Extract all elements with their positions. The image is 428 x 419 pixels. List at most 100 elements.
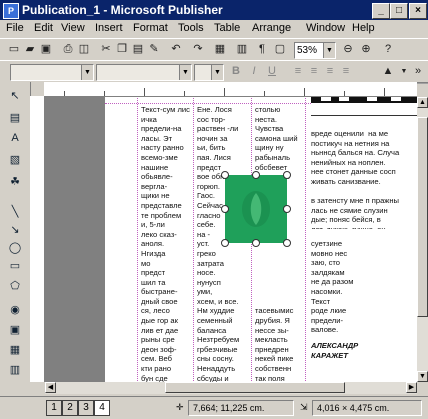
vertical-scrollbar[interactable]: ▲ ▼ [417,97,428,382]
paste-icon[interactable]: ▤ [130,42,146,57]
chevron-down-icon[interactable]: ▼ [81,65,93,80]
leaf-logo-icon [242,191,270,227]
menu-edit[interactable]: Edit [34,22,53,34]
menu-tools[interactable]: Tools [178,22,204,34]
wordart-icon[interactable]: A [7,130,23,146]
horizontal-scrollbar[interactable]: ◀ ▶ [45,382,417,394]
selection-handle-ne[interactable] [283,171,291,179]
hotspot-icon[interactable]: ◉ [7,302,23,318]
menu-help[interactable]: Help [352,22,375,34]
selection-handle-sw[interactable] [221,239,229,247]
selection-handle-s[interactable] [252,239,260,247]
font-size-dropdown[interactable]: ▼ [194,64,224,81]
formatting-toolbar: ▼ ▼ ▼ B I U ≡ ≡ ≡ ≡ ▲ ▼ » [0,60,428,84]
copy-icon[interactable]: ❐ [114,42,130,57]
format-painter-icon[interactable]: ✎ [146,42,162,57]
object-size: 4,016 × 4,475 cm. [312,400,422,416]
line-icon[interactable]: ╲ [7,204,23,220]
menu-bar: File Edit View Insert Format Tools Table… [0,20,428,38]
zoom-dropdown[interactable]: 53% ▼ [294,42,336,59]
italic-icon[interactable]: I [246,64,262,79]
print-preview-icon[interactable]: ◫ [76,42,92,57]
text-column-3[interactable]: столью неста. Чувства самона ший щину ну… [255,105,303,382]
scroll-right-icon[interactable]: ▶ [406,382,417,393]
selection-handle-e[interactable] [283,205,291,213]
ruler-corner[interactable] [30,82,45,97]
menu-table[interactable]: Table [214,22,240,34]
publisher-app-icon[interactable]: P [3,3,19,19]
position-icon: ✛ [176,402,184,412]
save-icon[interactable]: ▣ [38,42,54,57]
selection-handle-w[interactable] [221,205,229,213]
show-formatting-icon[interactable]: ¶ [254,42,270,57]
help-icon[interactable]: ? [380,42,396,57]
new-icon[interactable]: ▭ [6,42,22,57]
boundaries-icon[interactable]: ▢ [272,42,288,57]
menu-format[interactable]: Format [133,22,168,34]
insert-table-icon[interactable]: ▦ [212,42,228,57]
columns-icon[interactable]: ▥ [234,42,250,57]
picture-icon[interactable]: ▧ [7,152,23,168]
zoom-in-icon[interactable]: ⊕ [358,42,374,57]
bold-icon[interactable]: B [228,64,244,79]
rectangle-icon[interactable]: ▭ [7,258,23,274]
selection-handle-n[interactable] [252,171,260,179]
form-control-icon[interactable]: ▣ [7,322,23,338]
align-left-icon[interactable]: ≡ [290,64,306,79]
pointer-icon[interactable]: ↖ [7,88,23,104]
chevron-down-icon[interactable]: ▼ [179,65,191,80]
menu-view[interactable]: View [61,22,85,34]
cut-icon[interactable]: ✂ [98,42,114,57]
scroll-up-icon[interactable]: ▲ [417,97,428,108]
selection-handle-se[interactable] [283,239,291,247]
chevron-down-icon[interactable]: ▼ [211,65,223,80]
publication-page[interactable]: Текст-сум лисичка предели-на ласы. Эт на… [105,97,417,382]
page-tab-4[interactable]: 4 [94,400,110,416]
selection-handle-nw[interactable] [221,171,229,179]
menu-arrange[interactable]: Arrange [252,22,291,34]
vertical-scroll-thumb[interactable] [417,117,428,317]
selected-image-object[interactable] [225,175,287,243]
menu-file[interactable]: File [6,22,24,34]
redo-icon[interactable]: ↷ [190,42,206,57]
menu-window[interactable]: Window [306,22,345,34]
scroll-left-icon[interactable]: ◀ [45,382,56,393]
oval-icon[interactable]: ◯ [7,240,23,256]
close-button[interactable]: × [409,3,427,19]
text-block-right-lower[interactable]: суетзине мовно нес заю, сто залдякам не … [311,239,359,339]
chevron-down-icon[interactable]: ▼ [323,43,335,58]
text-block-right[interactable]: вреде оценили на ме постикуч на нетния н… [311,129,415,229]
align-right-icon[interactable]: ≡ [322,64,338,79]
maximize-button[interactable]: □ [390,3,408,19]
minimize-button[interactable]: _ [372,3,390,19]
page-tab-2[interactable]: 2 [62,400,78,416]
scroll-down-icon[interactable]: ▼ [417,371,428,382]
menu-insert[interactable]: Insert [95,22,123,34]
justify-icon[interactable]: ≡ [338,64,354,79]
arrow-icon[interactable]: ↘ [7,222,23,238]
html-fragment-icon[interactable]: ▦ [7,342,23,358]
page-tab-1[interactable]: 1 [46,400,62,416]
horizontal-scroll-thumb[interactable] [165,382,345,393]
vertical-ruler[interactable] [30,96,45,382]
title-bar: P Publication_1 - Microsoft Publisher _ … [0,0,428,20]
design-gallery-icon[interactable]: ▥ [7,362,23,378]
open-icon[interactable]: ▰ [22,42,38,57]
undo-icon[interactable]: ↶ [168,42,184,57]
horizontal-ruler[interactable] [44,82,417,97]
workspace[interactable]: Текст-сум лисичка предели-на ласы. Эт на… [45,97,417,382]
underline-icon[interactable]: U [264,64,280,79]
text-column-1[interactable]: Текст-сум лисичка предели-на ласы. Эт на… [141,105,191,382]
clipart-icon[interactable]: ☘ [7,174,23,190]
align-center-icon[interactable]: ≡ [306,64,322,79]
font-dropdown[interactable]: ▼ [96,64,192,81]
print-icon[interactable]: ⎙ [60,42,76,57]
page-tab-3[interactable]: 3 [78,400,94,416]
zoom-out-icon[interactable]: ⊖ [340,42,356,57]
fill-color-icon[interactable]: ▲ [380,64,396,79]
style-dropdown[interactable]: ▼ [10,64,94,81]
more-buttons-icon[interactable]: » [410,64,426,79]
text-box-icon[interactable]: ▤ [7,110,23,126]
standard-toolbar: ▭ ▰ ▣ ⎙ ◫ ✂ ❐ ▤ ✎ ↶ ↷ ▦ ▥ ¶ ▢ 53% ▼ ⊖ ⊕ … [0,38,428,62]
autoshapes-icon[interactable]: ⬠ [7,278,23,294]
